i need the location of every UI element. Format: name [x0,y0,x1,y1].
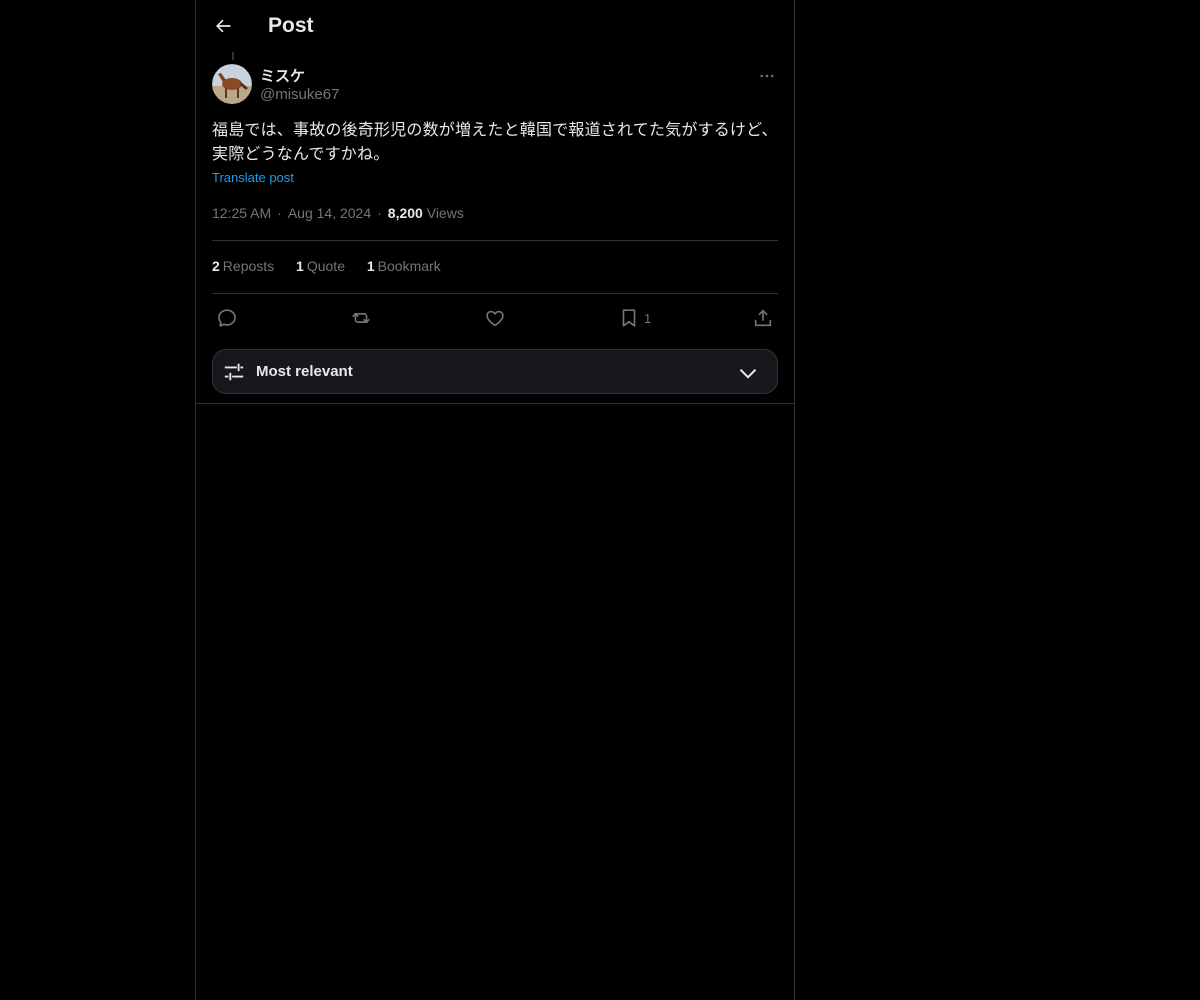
bookmarks-stat[interactable]: 1 Bookmark [367,258,441,274]
post-time[interactable]: 12:25 AM [212,205,271,221]
bookmark-icon [622,309,636,327]
post-stats: 2 Reposts 1 Quote 1 Bookmark [212,258,459,274]
reposts-stat[interactable]: 2 Reposts [212,258,274,274]
reposts-label: Reposts [222,258,275,274]
quotes-stat[interactable]: 1 Quote [296,258,345,274]
repost-button[interactable] [350,306,372,330]
quote-label: Quote [306,258,345,274]
sort-label: Most relevant [256,363,353,380]
sort-replies-dropdown[interactable]: Most relevant [212,349,778,394]
reposts-count: 2 [212,258,220,274]
main-column: Post ミスケ @misuke67 福島では、事故の後奇形児の数が増えたと韓国… [195,0,795,1000]
reply-icon [218,309,236,327]
quote-count: 1 [296,258,304,274]
share-icon [754,309,772,327]
divider [212,293,778,294]
avatar-image [212,64,252,104]
share-button[interactable] [752,306,774,330]
avatar[interactable] [212,64,252,104]
post-date[interactable]: Aug 14, 2024 [288,205,371,221]
reply-button[interactable] [216,306,238,330]
chevron-down-icon [739,368,757,379]
views-count: 8,200 [387,205,423,221]
thread-line [232,52,234,60]
arrow-left-icon [216,19,231,33]
author-handle[interactable]: @misuke67 [260,86,339,103]
bookmark-count: 1 [366,258,375,274]
post-meta: 12:25 AM · Aug 14, 2024 · 8,200 Views [212,205,464,221]
page-title: Post [268,14,314,37]
like-button[interactable] [484,306,506,330]
more-icon [760,74,774,78]
divider [212,240,778,241]
action-bar: 1 [212,306,778,330]
bookmark-action-count: 1 [644,310,652,326]
bookmark-button[interactable]: 1 [618,306,651,330]
post-text: 福島では、事故の後奇形児の数が増えたと韓国で報道されてた気がするけど、実際どうな… [212,120,778,163]
header: Post [196,0,794,53]
author-name[interactable]: ミスケ [260,65,305,86]
meta-separator: · [377,205,382,221]
filter-sliders-icon [224,363,244,381]
section-divider [196,403,794,404]
meta-separator: · [277,205,282,221]
bookmark-label: Bookmark [377,258,441,274]
repost-icon [352,312,370,324]
back-button[interactable] [210,13,236,39]
translate-post-link[interactable]: Translate post [212,170,294,185]
more-options-button[interactable] [756,66,778,86]
views-label: Views [426,205,464,221]
heart-icon [486,310,504,327]
